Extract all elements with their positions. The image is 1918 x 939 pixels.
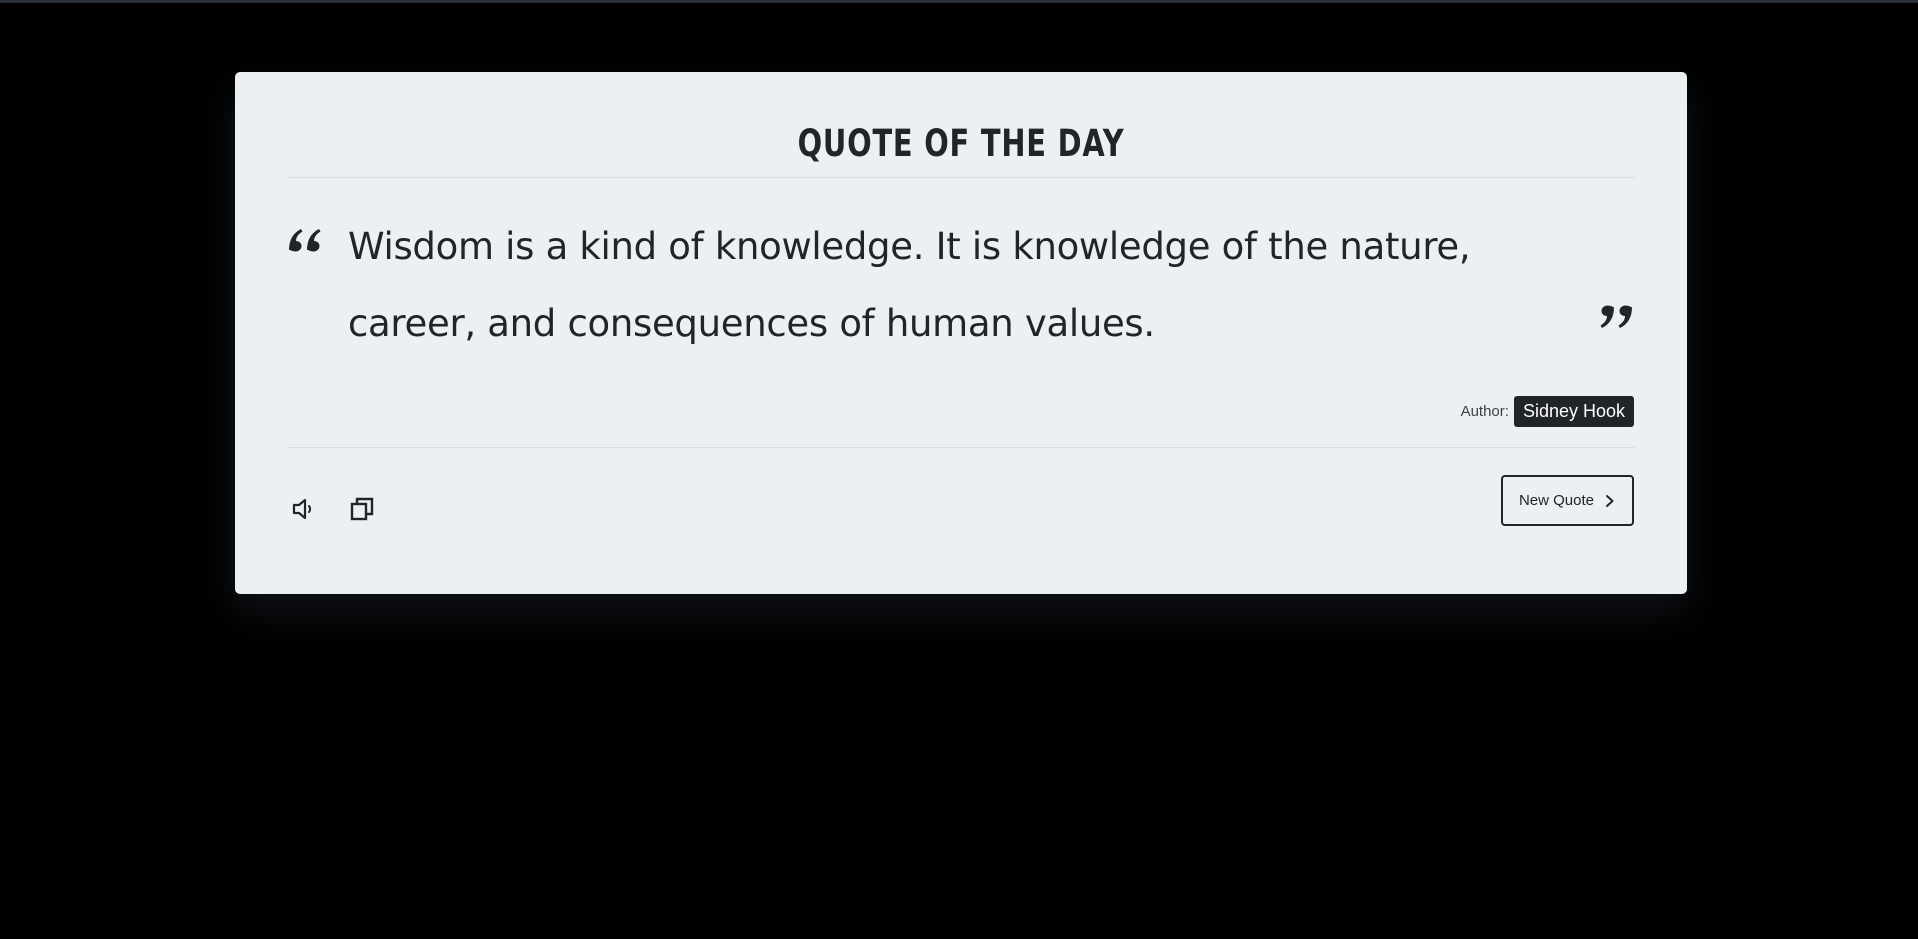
quote-text: Wisdom is a kind of knowledge. It is kno… bbox=[348, 225, 1471, 345]
top-strip bbox=[0, 0, 1918, 3]
author-name-badge: Sidney Hook bbox=[1513, 396, 1634, 427]
title-divider bbox=[287, 177, 1635, 178]
speak-button[interactable] bbox=[287, 492, 321, 526]
chevron-right-icon bbox=[1606, 494, 1614, 507]
copy-icon bbox=[350, 497, 374, 521]
author-label: Author: bbox=[1460, 403, 1509, 420]
open-quote-icon bbox=[289, 229, 321, 252]
copy-button[interactable] bbox=[345, 492, 379, 526]
new-quote-button[interactable]: New Quote bbox=[1501, 475, 1634, 526]
close-quote-icon bbox=[1600, 305, 1632, 328]
card-title: QUOTE OF THE DAY bbox=[797, 122, 1125, 165]
author-row: Author: Sidney Hook bbox=[1461, 396, 1634, 427]
quote-card: QUOTE OF THE DAY Wisdom is a kind of kno… bbox=[235, 72, 1687, 594]
footer-divider bbox=[287, 447, 1635, 448]
speaker-icon bbox=[292, 498, 312, 520]
new-quote-label: New Quote bbox=[1518, 492, 1595, 509]
